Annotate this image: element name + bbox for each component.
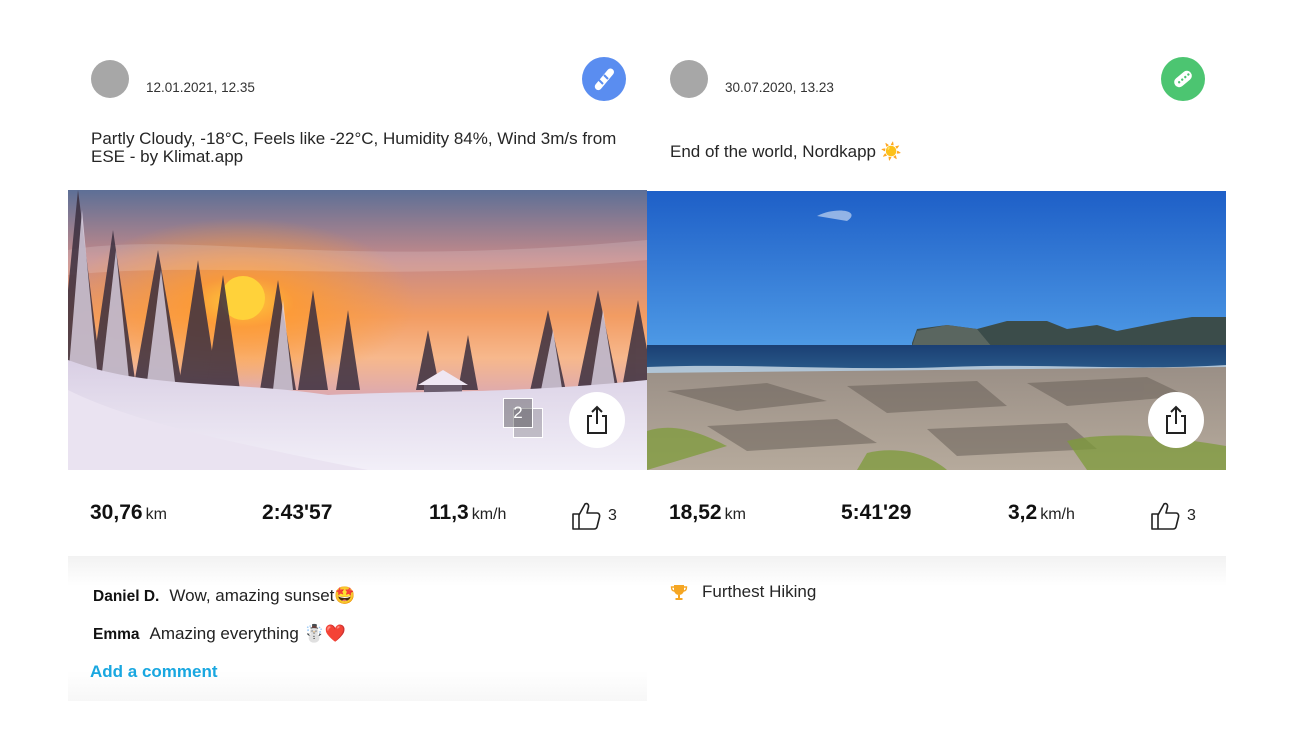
achievements-section: Furthest Hiking bbox=[647, 556, 1226, 701]
speed-stat: 3,2 km/h bbox=[1008, 501, 1075, 524]
comments-section: Daniel D. Wow, amazing sunset🤩 Emma Amazin… bbox=[68, 556, 647, 701]
duration-stat: 5:41'29 bbox=[841, 501, 912, 524]
speed-stat: 11,3 km/h bbox=[429, 501, 507, 524]
hiking-shoe-icon bbox=[1161, 57, 1205, 101]
activity-card[interactable]: 12.01.2021, 12.35 Partly Cloudy, -18°C, … bbox=[68, 0, 647, 710]
comment-author[interactable]: Daniel D. bbox=[93, 588, 159, 605]
comment-author[interactable]: Emma bbox=[93, 626, 140, 643]
duration-stat: 2:43'57 bbox=[262, 501, 333, 524]
post-date: 12.01.2021, 12.35 bbox=[146, 80, 255, 95]
avatar[interactable] bbox=[91, 60, 129, 98]
add-comment-link[interactable]: Add a comment bbox=[90, 662, 218, 682]
comment-text: Wow, amazing sunset🤩 bbox=[169, 586, 356, 605]
comment: Emma Amazing everything ☃️❤️ bbox=[93, 624, 346, 644]
post-date: 30.07.2020, 13.23 bbox=[725, 80, 834, 95]
distance-stat: 30,76 km bbox=[90, 501, 167, 524]
activity-feed: 12.01.2021, 12.35 Partly Cloudy, -18°C, … bbox=[0, 0, 1302, 734]
achievement: Furthest Hiking bbox=[670, 582, 816, 602]
comment: Daniel D. Wow, amazing sunset🤩 bbox=[93, 586, 356, 606]
like-count: 3 bbox=[608, 507, 617, 524]
share-button[interactable] bbox=[1148, 392, 1204, 448]
post-description: Partly Cloudy, -18°C, Feels like -22°C, … bbox=[91, 129, 617, 166]
activity-stats: 18,52 km 5:41'29 3,2 km/h 3 bbox=[647, 470, 1226, 556]
achievement-label: Furthest Hiking bbox=[702, 582, 817, 601]
share-icon bbox=[587, 405, 607, 434]
like-count: 3 bbox=[1187, 507, 1196, 524]
share-button[interactable] bbox=[569, 392, 625, 448]
trophy-icon bbox=[670, 585, 688, 600]
distance-stat: 18,52 km bbox=[669, 501, 746, 524]
avatar[interactable] bbox=[670, 60, 708, 98]
activity-stats: 30,76 km 2:43'57 11,3 km/h 3 bbox=[68, 470, 647, 556]
post-description: End of the world, Nordkapp ☀️ bbox=[670, 142, 902, 161]
share-icon bbox=[1166, 405, 1186, 434]
thumbs-up-icon bbox=[572, 502, 601, 530]
thumbs-up-icon bbox=[1151, 502, 1180, 530]
comment-text: Amazing everything ☃️❤️ bbox=[149, 624, 346, 643]
like-button[interactable]: 3 bbox=[1149, 500, 1196, 532]
activity-card[interactable]: 30.07.2020, 13.23 End of the world, Nord… bbox=[647, 0, 1226, 710]
like-button[interactable]: 3 bbox=[570, 500, 617, 532]
multiple-photos-icon: 2 bbox=[503, 398, 543, 438]
activity-photo[interactable] bbox=[647, 191, 1226, 470]
snowboard-icon bbox=[582, 57, 626, 101]
activity-photo[interactable]: 2 bbox=[68, 190, 647, 470]
